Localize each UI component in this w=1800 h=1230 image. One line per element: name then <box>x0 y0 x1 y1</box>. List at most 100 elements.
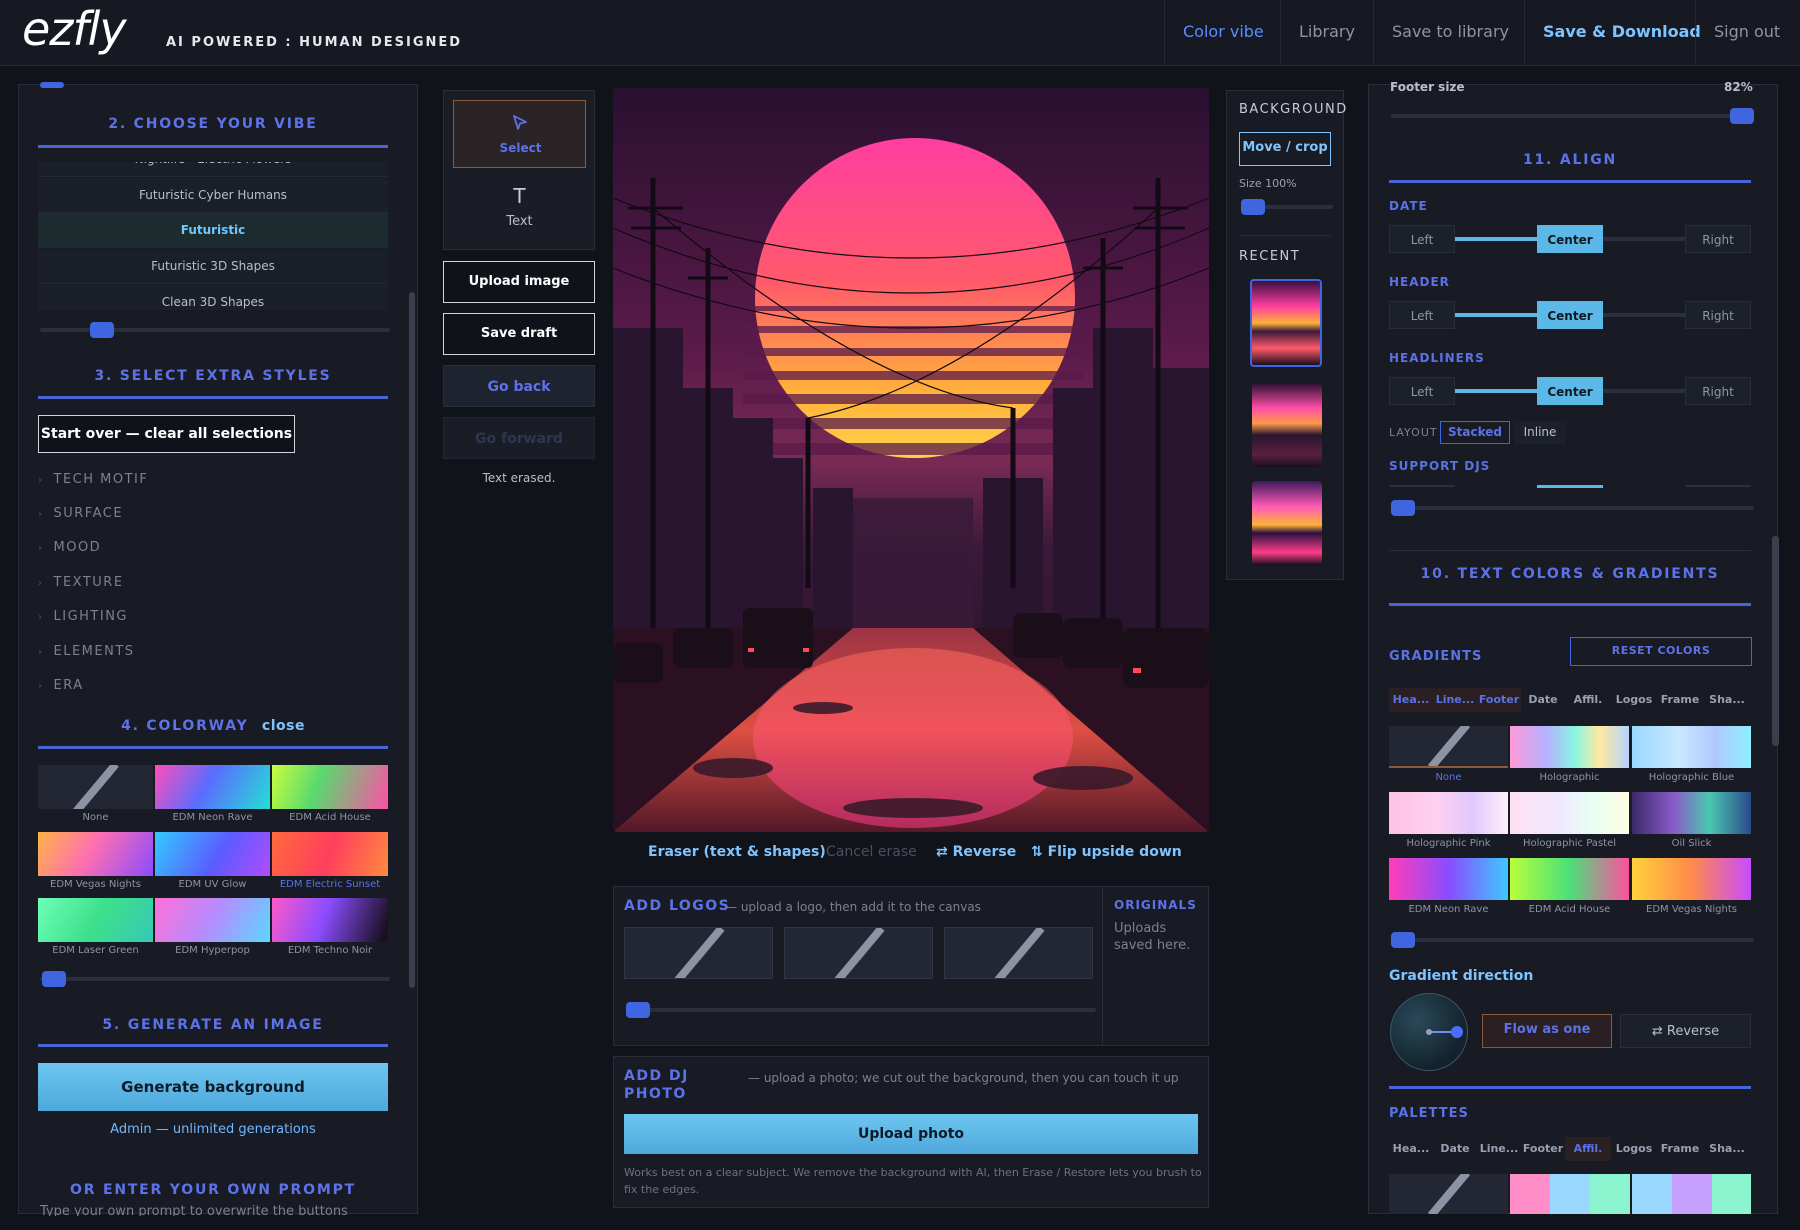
colorway-swatch[interactable] <box>272 898 388 942</box>
tab-affiliation[interactable]: Affil. <box>1565 688 1611 712</box>
tab-lineup[interactable]: Line... <box>1477 1137 1521 1161</box>
palette-swatch[interactable] <box>1510 1174 1550 1214</box>
vibe-list[interactable]: Nightlife - Electric Flowers Futuristic … <box>38 162 388 310</box>
vibe-item[interactable]: Clean 3D Shapes <box>38 285 388 310</box>
date-align-left[interactable]: Left <box>1389 225 1455 253</box>
align-slider[interactable] <box>1391 506 1754 510</box>
align-slider-thumb[interactable] <box>1391 500 1415 516</box>
flow-as-one-button[interactable]: Flow as one <box>1482 1014 1612 1048</box>
tab-footer[interactable]: Footer <box>1521 1137 1565 1161</box>
tab-logos[interactable]: Logos <box>1611 1137 1657 1161</box>
header-align-left[interactable]: Left <box>1389 301 1455 329</box>
colorway-swatch[interactable] <box>155 832 270 876</box>
reverse-button[interactable]: ⇄ Reverse <box>936 844 1016 860</box>
tab-headers[interactable]: Hea... <box>1389 1137 1433 1161</box>
tab-frame[interactable]: Frame <box>1657 1137 1703 1161</box>
select-tool-button[interactable]: Select <box>453 100 586 168</box>
reset-colors-button[interactable]: RESET COLORS <box>1570 637 1752 666</box>
tab-affiliation[interactable]: Affil. <box>1565 1137 1611 1161</box>
style-era[interactable]: › ERA <box>38 678 84 693</box>
cancel-erase-button[interactable]: Cancel erase <box>826 844 917 860</box>
tab-headers[interactable]: Hea... <box>1389 688 1433 712</box>
gradients-slider-thumb[interactable] <box>1391 932 1415 948</box>
style-elements[interactable]: › ELEMENTS <box>38 644 135 659</box>
colorway-swatch[interactable] <box>155 765 270 809</box>
palette-swatch[interactable] <box>1712 1174 1751 1214</box>
recent-thumbnail[interactable] <box>1252 383 1322 467</box>
colorway-swatch[interactable] <box>155 898 270 942</box>
header-align-right[interactable]: Right <box>1685 301 1751 329</box>
scroll-handle-top[interactable] <box>40 82 64 88</box>
headliners-align-center[interactable]: Center <box>1537 377 1603 405</box>
tab-date[interactable]: Date <box>1433 1137 1477 1161</box>
colorway-slider-thumb[interactable] <box>42 971 66 987</box>
palette-swatch[interactable] <box>1672 1174 1712 1214</box>
vibe-item[interactable]: Futuristic 3D Shapes <box>38 249 388 284</box>
nav-color-vibe[interactable]: Color vibe <box>1164 0 1282 64</box>
gradient-none-swatch[interactable] <box>1389 726 1508 768</box>
tab-shadow[interactable]: Sha... <box>1703 1137 1751 1161</box>
style-tech-motif[interactable]: › TECH MOTIF <box>38 472 148 487</box>
logo-slot[interactable] <box>624 927 773 979</box>
bg-size-slider-thumb[interactable] <box>1241 199 1265 215</box>
gradient-swatch[interactable] <box>1632 726 1751 768</box>
move-crop-button[interactable]: Move / crop <box>1239 132 1331 166</box>
date-align-right[interactable]: Right <box>1685 225 1751 253</box>
gradient-swatch[interactable] <box>1632 858 1751 900</box>
upload-image-button[interactable]: Upload image <box>443 261 595 303</box>
vibe-slider-thumb[interactable] <box>90 322 114 338</box>
nav-sign-out[interactable]: Sign out <box>1695 0 1798 64</box>
date-align-center[interactable]: Center <box>1537 225 1603 253</box>
layout-inline-button[interactable]: Inline <box>1514 421 1566 444</box>
style-mood[interactable]: › MOOD <box>38 540 101 555</box>
flip-button[interactable]: ⇅ Flip upside down <box>1031 844 1182 860</box>
nav-library[interactable]: Library <box>1280 0 1373 64</box>
dial-handle[interactable] <box>1451 1026 1463 1038</box>
tab-lineup[interactable]: Line... <box>1433 688 1477 712</box>
colorway-none-swatch[interactable] <box>38 765 153 809</box>
colorway-swatch[interactable] <box>272 832 388 876</box>
tab-logos[interactable]: Logos <box>1611 688 1657 712</box>
gradient-direction-dial[interactable] <box>1390 993 1468 1071</box>
header-align-center[interactable]: Center <box>1537 301 1603 329</box>
generate-background-button[interactable]: Generate background <box>38 1063 388 1111</box>
logos-slider-thumb[interactable] <box>626 1002 650 1018</box>
logo-slot[interactable] <box>944 927 1093 979</box>
headliners-align-left[interactable]: Left <box>1389 377 1455 405</box>
gradients-slider[interactable] <box>1391 938 1754 942</box>
go-forward-button[interactable]: Go forward <box>443 417 595 459</box>
tab-frame[interactable]: Frame <box>1657 688 1703 712</box>
layout-stacked-button[interactable]: Stacked <box>1440 421 1510 444</box>
colorway-swatch[interactable] <box>38 898 153 942</box>
tab-shadow[interactable]: Sha... <box>1703 688 1751 712</box>
nav-save-to-library[interactable]: Save to library <box>1373 0 1527 64</box>
left-scrollbar[interactable] <box>409 292 415 988</box>
gradient-swatch[interactable] <box>1510 792 1629 834</box>
upload-photo-button[interactable]: Upload photo <box>624 1114 1198 1154</box>
colorway-swatch[interactable] <box>38 832 153 876</box>
palette-none-swatch[interactable] <box>1389 1174 1508 1214</box>
gradient-reverse-button[interactable]: ⇄ Reverse <box>1620 1014 1751 1048</box>
vibe-item[interactable]: Futuristic Cyber Humans <box>38 178 388 213</box>
palette-swatch[interactable] <box>1632 1174 1672 1214</box>
style-texture[interactable]: › TEXTURE <box>38 575 124 590</box>
colorway-slider[interactable] <box>40 977 390 981</box>
gradient-swatch[interactable] <box>1389 858 1508 900</box>
tab-date[interactable]: Date <box>1521 688 1565 712</box>
eraser-tool-button[interactable]: Eraser (text & shapes) <box>648 844 826 860</box>
right-scrollbar[interactable] <box>1772 536 1779 746</box>
tab-footer[interactable]: Footer <box>1477 688 1521 712</box>
style-surface[interactable]: › SURFACE <box>38 506 123 521</box>
nav-save-download[interactable]: Save & Download <box>1524 0 1719 64</box>
text-tool-button[interactable]: T Text <box>453 178 586 238</box>
vibe-item[interactable]: Nightlife - Electric Flowers <box>38 162 388 177</box>
gradient-swatch[interactable] <box>1510 858 1629 900</box>
headliners-align-right[interactable]: Right <box>1685 377 1751 405</box>
go-back-button[interactable]: Go back <box>443 365 595 407</box>
logos-slider[interactable] <box>626 1008 1096 1012</box>
footer-size-slider-thumb[interactable] <box>1730 108 1754 124</box>
gradient-swatch[interactable] <box>1510 726 1629 768</box>
logo[interactable]: ezfly <box>22 2 127 56</box>
recent-thumbnail[interactable] <box>1250 279 1322 367</box>
colorway-swatch[interactable] <box>272 765 388 809</box>
